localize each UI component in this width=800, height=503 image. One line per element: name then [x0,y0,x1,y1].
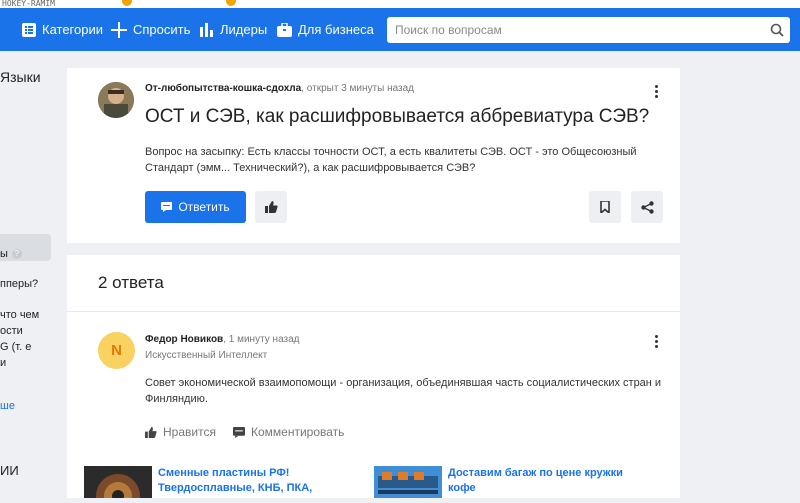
more-options-icon[interactable] [655,335,659,349]
thumbs-up-icon [145,426,157,438]
left-sidebar: Языки ы? пперы? что чем ости G (т. е и ш… [0,51,60,498]
sidebar-section-label: ы [0,248,8,260]
answers-card: 2 ответа N Федор Новиков, 1 минуту назад… [67,255,680,498]
sidebar-text: G (т. е [0,341,32,353]
search-box [387,17,790,43]
search-icon[interactable] [764,23,790,37]
comment-icon [161,202,173,212]
nav-leaders[interactable]: Лидеры [200,8,267,51]
ad-block[interactable]: Доставим багаж по цене кружки кофе [374,466,648,498]
status-dot [226,0,236,6]
search-input[interactable] [387,18,764,42]
sidebar-section-heading: ы? [0,247,22,262]
sidebar-heading: ИИ [0,463,19,478]
thumbs-up-icon [264,201,278,213]
leaders-icon [200,22,213,37]
briefcase-icon [277,22,292,37]
answer-author-rank: Искусственный Интеллект [145,350,268,361]
ad-image [84,466,152,503]
top-navbar: Категории Спросить Лидеры Для бизнеса [0,8,800,51]
comment-icon [233,426,245,438]
nav-ask[interactable]: Спросить [111,8,190,51]
answer-author-line: Федор Новиков, 1 минуту назад [145,334,300,345]
ad-title[interactable]: Сменные пластины РФ! Твердосплавные, КНБ… [158,466,338,498]
share-icon [640,200,654,214]
question-author[interactable]: От-любопытства-кошка-сдохла [145,83,301,94]
answer-author[interactable]: Федор Новиков [145,334,223,345]
ad-image [374,466,442,498]
answer-button-label: Ответить [178,200,230,214]
nav-categories[interactable]: Категории [22,8,103,51]
sidebar-text: и [0,357,7,369]
avatar[interactable] [98,82,134,118]
watermark: HOKEY-RAMIM [0,0,57,8]
question-card: От-любопытства-кошка-сдохла, открыт 3 ми… [67,68,680,243]
answer-like-label: Нравится [163,425,216,439]
avatar[interactable]: N [98,332,135,369]
nav-business[interactable]: Для бизнеса [277,8,374,51]
categories-icon [22,22,36,37]
answers-header: 2 ответа [67,255,680,312]
answer-meta: , 1 минуту назад [223,334,300,345]
question-author-line: От-любопытства-кошка-сдохла, открыт 3 ми… [145,83,414,94]
answers-count: 2 ответа [98,273,164,292]
answer-like-button[interactable]: Нравится [145,425,216,439]
answer-comment-button[interactable]: Комментировать [233,425,344,439]
question-text: Вопрос на засыпку: Есть классы точности … [145,146,637,174]
help-icon[interactable]: ? [11,249,22,260]
answer-button[interactable]: Ответить [145,191,246,223]
question-title: ОСТ и СЭВ, как расшифровывается аббревиа… [145,106,650,127]
sidebar-text: ости [0,325,23,337]
nav-leaders-label: Лидеры [220,22,268,37]
sidebar-text: пперы? [0,278,39,290]
nav-categories-label: Категории [42,22,103,37]
status-dot [122,0,132,6]
answer-text: Совет экономической взаимопомощи - орган… [145,377,662,405]
plus-icon [111,21,127,38]
ad-title[interactable]: Доставим багаж по цене кружки кофе [448,466,648,498]
ad-block[interactable]: Сменные пластины РФ! Твердосплавные, КНБ… [84,466,338,503]
bookmark-button[interactable] [589,191,621,223]
sidebar-link[interactable]: ше [0,399,15,414]
question-meta: , открыт 3 минуты назад [301,83,415,94]
nav-ask-label: Спросить [133,22,191,37]
more-options-icon[interactable] [655,85,659,99]
like-button[interactable] [255,191,287,223]
sidebar-category-title: Языки [0,69,41,85]
nav-business-label: Для бизнеса [298,22,374,37]
bookmark-icon [600,201,610,213]
answer-comment-label: Комментировать [251,425,345,439]
sidebar-text: что чем [0,309,40,321]
share-button[interactable] [631,191,663,223]
